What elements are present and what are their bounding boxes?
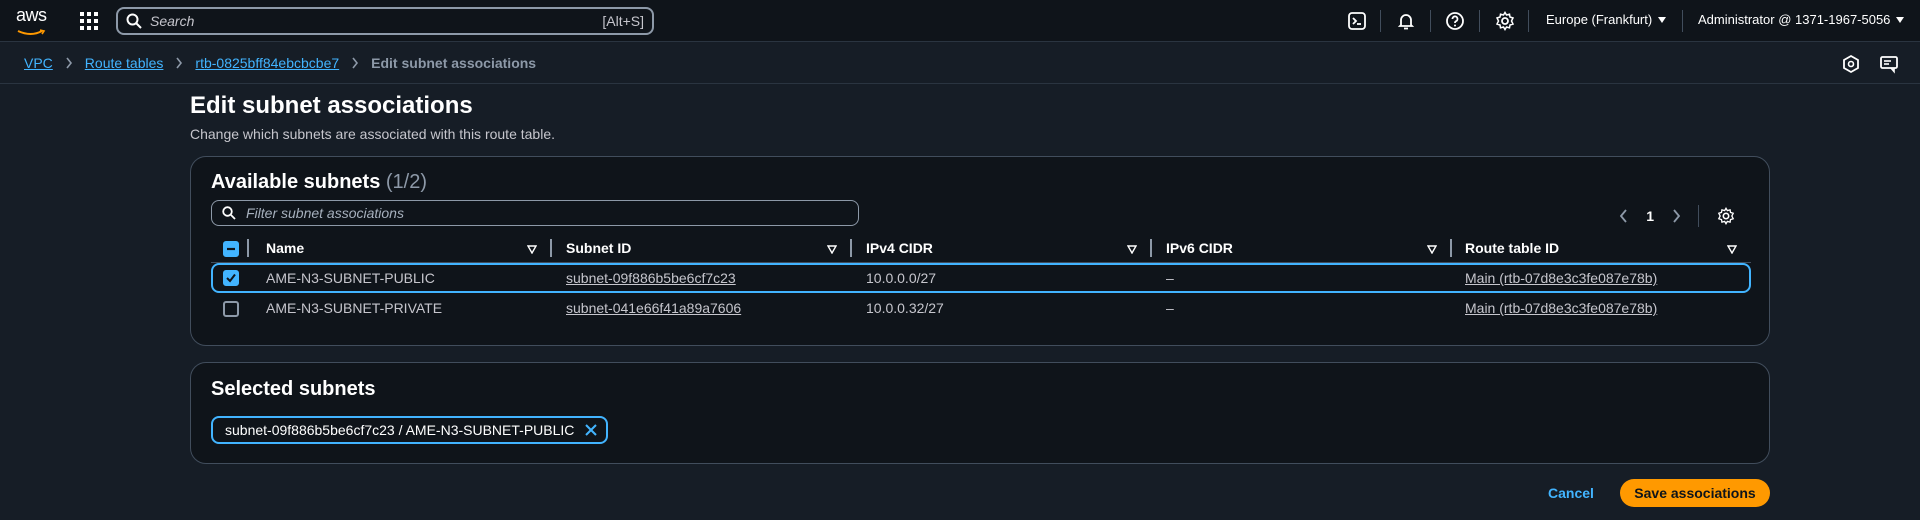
table-row[interactable]: AME-N3-SUBNET-PRIVATE subnet-041e66f41a8… (211, 294, 1751, 324)
cell-subnet-id-link[interactable]: subnet-09f886b5be6cf7c23 (566, 270, 736, 286)
column-divider[interactable] (850, 239, 852, 257)
table-header: Name Subnet ID IPv4 CIDR IPv6 CIDR Route… (211, 235, 1751, 263)
sort-icon[interactable] (1727, 245, 1737, 254)
nav-divider (1380, 10, 1381, 32)
pagination: 1 (1620, 205, 1735, 227)
column-divider (247, 239, 249, 257)
breadcrumb-current: Edit subnet associations (371, 55, 537, 71)
breadcrumb: VPC Route tables rtb-0825bff84ebcbcbe7 E… (24, 55, 536, 71)
available-subnets-title: Available subnets (211, 171, 381, 193)
breadcrumb-bar: VPC Route tables rtb-0825bff84ebcbcbe7 E… (0, 42, 1920, 84)
column-divider[interactable] (550, 239, 552, 257)
aws-logo-text: aws (16, 5, 47, 25)
column-header-ipv6-cidr[interactable]: IPv6 CIDR (1166, 240, 1233, 256)
account-menu[interactable]: Administrator @ 1371-1967-5056 (1698, 12, 1905, 27)
chevron-left-icon[interactable] (1620, 209, 1628, 223)
chevron-right-icon (176, 57, 183, 69)
region-label: Europe (Frankfurt) (1546, 12, 1653, 27)
account-label: Administrator @ 1371-1967-5056 (1698, 12, 1891, 27)
table-settings-gear-icon[interactable] (1717, 207, 1735, 225)
nav-divider (1682, 10, 1683, 32)
top-navigation: aws Search [Alt+S] Europe (Frankfurt) Ad… (0, 0, 1920, 42)
selected-subnets-title: Selected subnets (211, 378, 376, 400)
chevron-right-icon (352, 57, 359, 69)
breadcrumb-route-tables[interactable]: Route tables (85, 55, 164, 71)
save-associations-button[interactable]: Save associations (1620, 479, 1770, 507)
page-title: Edit subnet associations (190, 92, 473, 119)
token-label: subnet-09f886b5be6cf7c23 / AME-N3-SUBNET… (225, 422, 575, 438)
column-header-name[interactable]: Name (266, 240, 304, 256)
cancel-button[interactable]: Cancel (1548, 485, 1594, 501)
cloudshell-icon[interactable] (1347, 11, 1367, 31)
column-divider[interactable] (1150, 239, 1152, 257)
sort-icon[interactable] (1127, 245, 1137, 254)
chevron-right-icon (66, 57, 72, 69)
cell-ipv4-cidr: 10.0.0.0/27 (866, 270, 937, 286)
search-shortcut: [Alt+S] (602, 13, 644, 29)
cell-ipv6-cidr: – (1166, 300, 1174, 316)
nav-divider (1430, 10, 1431, 32)
page-number[interactable]: 1 (1646, 208, 1654, 224)
search-icon (222, 206, 236, 220)
column-header-route-table-id[interactable]: Route table ID (1465, 240, 1559, 256)
available-subnets-count: (1/2) (385, 171, 428, 193)
aws-logo[interactable]: aws (16, 6, 50, 36)
chevron-right-icon[interactable] (1672, 209, 1680, 223)
available-subnets-heading: Available subnets (1/2) (211, 171, 427, 194)
sort-icon[interactable] (527, 245, 537, 254)
aws-smile-icon (17, 29, 46, 35)
cell-ipv6-cidr: – (1166, 270, 1174, 286)
nav-divider (1528, 10, 1529, 32)
cell-route-table-link[interactable]: Main (rtb-07d8e3c3fe087e78b) (1465, 300, 1657, 316)
column-header-ipv4-cidr[interactable]: IPv4 CIDR (866, 240, 933, 256)
help-icon[interactable] (1445, 11, 1465, 31)
nav-divider (1479, 10, 1480, 32)
search-placeholder: Search (150, 13, 195, 29)
notifications-bell-icon[interactable] (1396, 11, 1416, 31)
sort-icon[interactable] (1427, 245, 1437, 254)
available-subnets-container: Available subnets (1/2) Filter subnet as… (190, 156, 1770, 346)
table-row[interactable]: AME-N3-SUBNET-PUBLIC subnet-09f886b5be6c… (211, 263, 1751, 293)
services-grid-icon[interactable] (80, 12, 98, 30)
column-header-subnet-id[interactable]: Subnet ID (566, 240, 631, 256)
breadcrumb-route-table-id[interactable]: rtb-0825bff84ebcbcbe7 (195, 55, 339, 71)
settings-gear-icon[interactable] (1495, 11, 1515, 31)
indeterminate-dash-icon (227, 247, 235, 251)
feedback-icon[interactable] (1879, 54, 1899, 74)
cell-name: AME-N3-SUBNET-PUBLIC (266, 270, 435, 286)
selected-subnets-container: Selected subnets subnet-09f886b5be6cf7c2… (190, 362, 1770, 464)
cell-subnet-id-link[interactable]: subnet-041e66f41a89a7606 (566, 300, 741, 316)
remove-token-close-icon[interactable] (584, 423, 598, 437)
pager-divider (1698, 205, 1699, 227)
selected-subnet-token: subnet-09f886b5be6cf7c23 / AME-N3-SUBNET… (211, 416, 609, 444)
caret-down-icon (1658, 16, 1667, 23)
checkmark-icon (226, 273, 236, 283)
caret-down-icon (1896, 16, 1905, 23)
cell-ipv4-cidr: 10.0.0.32/27 (866, 300, 944, 316)
region-selector[interactable]: Europe (Frankfurt) (1546, 12, 1667, 27)
search-icon (126, 13, 142, 29)
row-checkbox[interactable] (223, 270, 239, 286)
cell-name: AME-N3-SUBNET-PRIVATE (266, 300, 443, 316)
row-checkbox[interactable] (223, 301, 239, 317)
column-divider[interactable] (1450, 239, 1452, 257)
page-description: Change which subnets are associated with… (190, 126, 555, 142)
sort-icon[interactable] (827, 245, 837, 254)
cell-route-table-link[interactable]: Main (rtb-07d8e3c3fe087e78b) (1465, 270, 1657, 286)
filter-subnet-input[interactable]: Filter subnet associations (211, 200, 859, 226)
breadcrumb-vpc[interactable]: VPC (24, 55, 53, 71)
info-panel-icon[interactable] (1841, 54, 1861, 74)
select-all-checkbox[interactable] (223, 241, 239, 257)
search-input[interactable]: Search [Alt+S] (116, 7, 654, 35)
filter-placeholder: Filter subnet associations (246, 205, 404, 221)
